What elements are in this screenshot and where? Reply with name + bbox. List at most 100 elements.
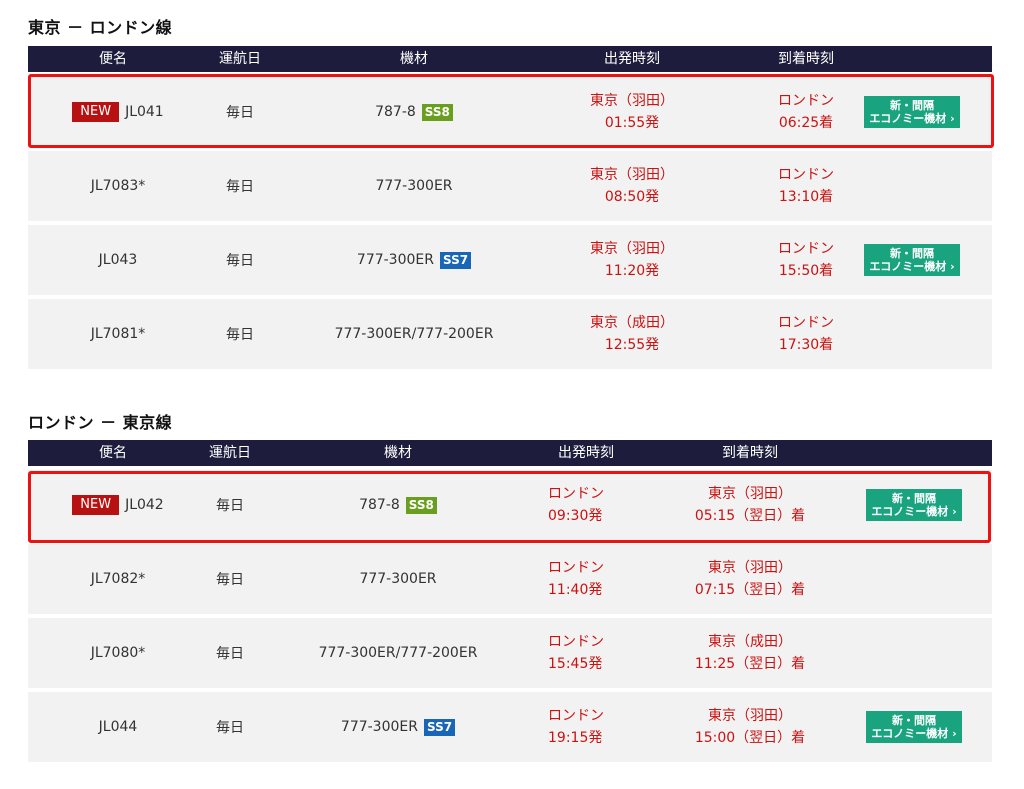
section-title: 東京 － ロンドン線 xyxy=(28,18,173,37)
flight-cell: JL044 xyxy=(48,692,188,762)
flight-cell: JL7081* xyxy=(48,299,188,369)
eco-button-line2: エコノミー機材 › xyxy=(869,112,955,125)
header-flight: 便名 xyxy=(99,51,127,67)
departure-place: ロンドン xyxy=(548,560,604,576)
aircraft-name: 777-300ER/777-200ER xyxy=(334,326,494,342)
arrival-time: 15:00（翌日）着 xyxy=(694,730,806,746)
table-row: JL7083* 毎日 777-300ER 東京（羽田） 08:50発 ロンドン … xyxy=(28,151,992,221)
flight-number: JL7082* xyxy=(90,571,146,587)
aircraft-name: 787-8 xyxy=(359,497,400,513)
flight-cell: JL7082* xyxy=(48,544,188,614)
header-aircraft: 機材 xyxy=(384,445,412,461)
eco-cell: 新・間隔 エコノミー機材 › xyxy=(864,225,960,295)
days-cell: 毎日 xyxy=(216,572,244,588)
departure-cell: ロンドン 19:15発 xyxy=(508,692,648,762)
eco-cell: 新・間隔 エコノミー機材 › xyxy=(866,692,962,762)
aircraft-cell: 787-8 SS8 xyxy=(304,77,524,147)
days-cell: 毎日 xyxy=(226,105,254,121)
eco-button-line2: エコノミー機材 › xyxy=(871,727,957,740)
arrival-place: ロンドン xyxy=(778,93,834,109)
table-row: JL7080* 毎日 777-300ER/777-200ER ロンドン 15:4… xyxy=(28,618,992,688)
aircraft-cell: 777-300ER xyxy=(304,151,524,221)
table-row: NEW JL041 毎日 787-8 SS8 東京（羽田） 01:55発 ロンド… xyxy=(28,77,992,147)
departure-time: 08:50発 xyxy=(604,189,660,205)
aircraft-name: 787-8 xyxy=(375,104,416,120)
seat-type-badge: SS7 xyxy=(423,718,456,736)
table-row: JL044 毎日 777-300ER SS7 ロンドン 19:15発 東京（羽田… xyxy=(28,692,992,762)
arrival-place: ロンドン xyxy=(778,241,834,257)
arrival-place: 東京（羽田） xyxy=(708,708,792,724)
departure-cell: ロンドン 11:40発 xyxy=(508,544,648,614)
new-economy-button[interactable]: 新・間隔 エコノミー機材 › xyxy=(864,96,960,128)
aircraft-name: 777-300ER xyxy=(375,178,453,194)
aircraft-cell: 777-300ER/777-200ER xyxy=(304,299,524,369)
arrival-time: 15:50着 xyxy=(778,263,834,279)
table-row: JL043 毎日 777-300ER SS7 東京（羽田） 11:20発 ロンド… xyxy=(28,225,992,295)
arrival-time: 17:30着 xyxy=(778,337,834,353)
header-aircraft: 機材 xyxy=(400,51,428,67)
aircraft-name: 777-300ER/777-200ER xyxy=(318,645,478,661)
seat-type-badge: SS7 xyxy=(439,251,472,269)
arrival-place: 東京（羽田） xyxy=(708,560,792,576)
table-row: NEW JL042 毎日 787-8 SS8 ロンドン 09:30発 東京（羽田… xyxy=(28,470,992,540)
departure-place: 東京（羽田） xyxy=(590,167,674,183)
days-cell: 毎日 xyxy=(226,179,254,195)
eco-button-line2: エコノミー機材 › xyxy=(869,260,955,273)
eco-button-line2: エコノミー機材 › xyxy=(871,505,957,518)
flight-cell: NEW JL042 xyxy=(48,470,188,540)
aircraft-cell: 777-300ER SS7 xyxy=(288,692,508,762)
flight-cell: NEW JL041 xyxy=(48,77,188,147)
aircraft-name: 777-300ER xyxy=(359,571,437,587)
seat-type-badge: SS8 xyxy=(421,103,453,121)
days-cell: 毎日 xyxy=(216,498,244,514)
flight-number: JL7081* xyxy=(90,326,146,342)
departure-cell: ロンドン 15:45発 xyxy=(508,618,648,688)
new-badge: NEW xyxy=(72,495,120,515)
aircraft-name: 777-300ER xyxy=(356,252,434,268)
new-economy-button[interactable]: 新・間隔 エコノミー機材 › xyxy=(866,489,962,521)
arrival-place: 東京（羽田） xyxy=(708,486,792,502)
arrival-place: ロンドン xyxy=(778,315,834,331)
departure-time: 15:45発 xyxy=(548,656,603,672)
new-economy-button[interactable]: 新・間隔 エコノミー機材 › xyxy=(864,244,960,276)
departure-place: ロンドン xyxy=(548,634,604,650)
new-economy-button[interactable]: 新・間隔 エコノミー機材 › xyxy=(866,711,962,743)
flight-number: JL042 xyxy=(125,497,164,513)
aircraft-cell: 777-300ER SS7 xyxy=(304,225,524,295)
eco-button-line1: 新・間隔 xyxy=(892,714,936,727)
departure-time: 11:40発 xyxy=(548,582,603,598)
flight-cell: JL7080* xyxy=(48,618,188,688)
eco-cell: 新・間隔 エコノミー機材 › xyxy=(864,77,960,147)
arrival-time: 11:25（翌日）着 xyxy=(694,656,806,672)
section-title: ロンドン － 東京線 xyxy=(28,413,173,432)
header-arrival: 到着時刻 xyxy=(778,51,834,67)
days-cell: 毎日 xyxy=(226,253,254,269)
flight-number: JL043 xyxy=(98,252,138,268)
departure-cell: 東京（成田） 12:55発 xyxy=(544,299,720,369)
table-header: 便名 運航日 機材 出発時刻 到着時刻 xyxy=(28,440,992,466)
departure-time: 12:55発 xyxy=(604,337,660,353)
arrival-time: 13:10着 xyxy=(778,189,834,205)
arrival-cell: ロンドン 13:10着 xyxy=(720,151,892,221)
days-cell: 毎日 xyxy=(216,646,244,662)
departure-time: 09:30発 xyxy=(548,508,603,524)
new-badge: NEW xyxy=(72,102,120,122)
flight-cell: JL043 xyxy=(48,225,188,295)
eco-button-line1: 新・間隔 xyxy=(892,492,936,505)
departure-place: 東京（成田） xyxy=(590,315,674,331)
header-days: 運航日 xyxy=(219,51,261,67)
flight-number: JL044 xyxy=(98,719,138,735)
days-cell: 毎日 xyxy=(216,720,244,736)
arrival-cell: 東京（羽田） 15:00（翌日）着 xyxy=(664,692,836,762)
aircraft-cell: 787-8 SS8 xyxy=(288,470,508,540)
aircraft-name: 777-300ER xyxy=(340,719,418,735)
departure-cell: 東京（羽田） 08:50発 xyxy=(544,151,720,221)
arrival-time: 07:15（翌日）着 xyxy=(694,582,806,598)
table-header: 便名 運航日 機材 出発時刻 到着時刻 xyxy=(28,46,992,72)
days-cell: 毎日 xyxy=(226,327,254,343)
flight-number: JL041 xyxy=(125,104,164,120)
departure-place: 東京（羽田） xyxy=(590,93,674,109)
seat-type-badge: SS8 xyxy=(405,496,437,514)
departure-time: 19:15発 xyxy=(548,730,603,746)
header-days: 運航日 xyxy=(209,445,251,461)
